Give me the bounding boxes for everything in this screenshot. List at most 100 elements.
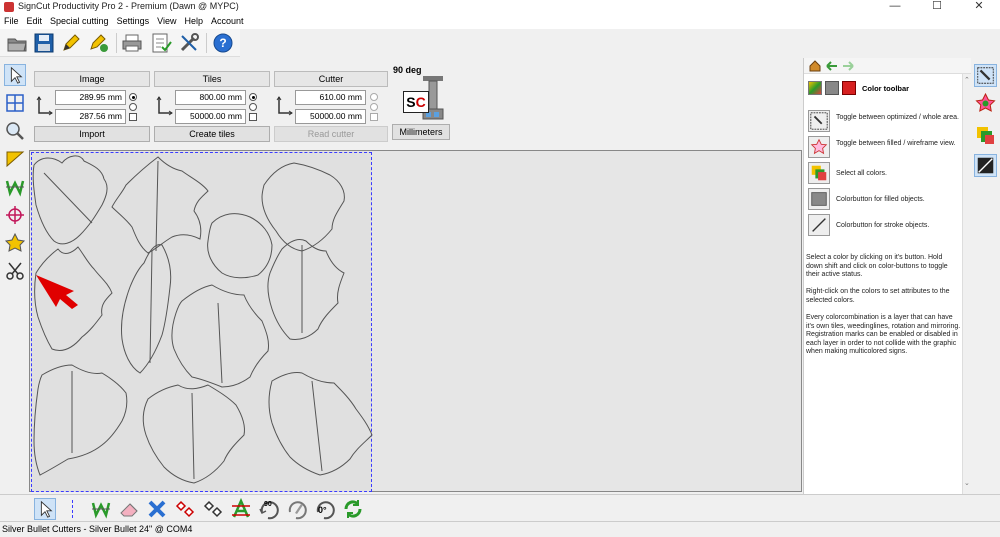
- leaf-shape: [261, 162, 345, 252]
- nodes-red-icon[interactable]: [174, 498, 196, 520]
- axis-icon: [156, 96, 173, 116]
- scroll-up-icon[interactable]: ⌃: [964, 76, 970, 84]
- cutter-preview[interactable]: SC: [401, 75, 449, 123]
- stroke-color-icon[interactable]: [974, 154, 997, 177]
- tiles-radio-height[interactable]: [249, 103, 257, 111]
- menu-special-cutting[interactable]: Special cutting: [46, 14, 113, 28]
- mirror-pencil-icon[interactable]: [286, 498, 308, 520]
- help-paragraph: Select a color by clicking on it's butto…: [806, 254, 948, 278]
- svg-text:?: ?: [219, 36, 226, 50]
- status-bar: Silver Bullet Cutters - Silver Bullet 24…: [0, 521, 1000, 537]
- scissors-icon[interactable]: [4, 260, 26, 282]
- settings-panel: Image 289.95 mm 287.56 mm Import Tiles 8…: [29, 58, 801, 148]
- rotate-90-label: 90: [264, 501, 272, 508]
- select-all-colors-icon[interactable]: [974, 124, 997, 147]
- tiles-group-title: Tiles: [154, 71, 270, 87]
- tiles-width-field[interactable]: 800.00 mm: [175, 90, 246, 105]
- back-arrow-icon[interactable]: [826, 61, 838, 71]
- save-icon[interactable]: [33, 32, 55, 54]
- optimize-area-icon: [808, 110, 830, 132]
- design-canvas[interactable]: [29, 150, 802, 492]
- grid-tiles-icon[interactable]: [4, 92, 26, 114]
- maximize-button[interactable]: ☐: [916, 0, 958, 14]
- menu-file[interactable]: File: [0, 14, 23, 28]
- cutter-radio-height[interactable]: [370, 103, 378, 111]
- sc-logo-text: SC: [403, 91, 429, 113]
- cutter-lock-checkbox[interactable]: [370, 113, 378, 121]
- printer-icon[interactable]: [121, 32, 143, 54]
- create-tiles-button[interactable]: Create tiles: [154, 126, 270, 142]
- help-paragraph: Every colorcombination is a layer that c…: [806, 314, 961, 355]
- tools-icon[interactable]: [178, 32, 200, 54]
- leaf-shape: [111, 156, 209, 254]
- menu-account[interactable]: Account: [207, 14, 248, 28]
- stroke-colorbutton-icon: [808, 214, 830, 236]
- leaf-shape: [171, 284, 269, 388]
- cutter-width-field[interactable]: 610.00 mm: [295, 90, 366, 105]
- open-folder-icon[interactable]: [6, 32, 28, 54]
- menu-edit[interactable]: Edit: [23, 14, 47, 28]
- cutter-height-field[interactable]: 50000.00 mm: [295, 109, 366, 124]
- read-cutter-button[interactable]: Read cutter: [274, 126, 388, 142]
- cutter-group-title: Cutter: [274, 71, 388, 87]
- import-button[interactable]: Import: [34, 126, 150, 142]
- image-group-title: Image: [34, 71, 150, 87]
- main-toolbar: ?: [0, 29, 240, 57]
- left-tool-strip: [0, 58, 29, 494]
- forward-arrow-icon[interactable]: [842, 61, 854, 71]
- image-height-field[interactable]: 287.56 mm: [55, 109, 126, 124]
- star-shape-icon[interactable]: [4, 232, 26, 254]
- row-text: Colorbutton for filled objects.: [836, 196, 925, 203]
- refresh-icon[interactable]: [342, 498, 364, 520]
- select-arrow-icon[interactable]: [34, 498, 56, 520]
- close-button[interactable]: ✕: [958, 0, 1000, 14]
- zoom-icon[interactable]: [4, 120, 26, 142]
- leaf-shape: [267, 238, 345, 340]
- checklist-icon[interactable]: [150, 32, 172, 54]
- rotate-0-label: 0°: [318, 505, 327, 515]
- tiles-height-field[interactable]: 50000.00 mm: [175, 109, 246, 124]
- weed-border-icon[interactable]: [4, 148, 26, 170]
- panel-header: Color toolbar: [862, 84, 910, 93]
- select-arrow-icon[interactable]: [4, 64, 26, 86]
- title-bar: SignCut Productivity Pro 2 - Premium (Da…: [0, 0, 1000, 14]
- image-width-field[interactable]: 289.95 mm: [55, 90, 126, 105]
- right-tool-strip: [971, 58, 1000, 494]
- tiles-radio-width[interactable]: [249, 93, 257, 101]
- row-text: Colorbutton for stroke objects.: [836, 222, 930, 229]
- status-text: Silver Bullet Cutters - Silver Bullet 24…: [2, 524, 193, 534]
- scroll-down-icon[interactable]: ⌄: [964, 479, 970, 487]
- edit-node-icon[interactable]: [88, 32, 110, 54]
- right-info-panel: Color toolbar Toggle between optimized /…: [803, 58, 972, 494]
- leaf-shape: [121, 244, 172, 374]
- eraser-icon[interactable]: [118, 498, 140, 520]
- image-lock-checkbox[interactable]: [129, 113, 137, 121]
- tiles-lock-checkbox[interactable]: [249, 113, 257, 121]
- text-weed-icon[interactable]: [230, 498, 252, 520]
- image-radio-width[interactable]: [129, 93, 137, 101]
- leaves-artwork[interactable]: [32, 153, 373, 493]
- row-text: Toggle between optimized / whole area.: [836, 114, 959, 121]
- pencil-icon[interactable]: [60, 32, 82, 54]
- menu-help[interactable]: Help: [180, 14, 207, 28]
- image-radio-height[interactable]: [129, 103, 137, 111]
- optimize-area-icon[interactable]: [974, 64, 997, 87]
- delete-x-icon[interactable]: [146, 498, 168, 520]
- red-arrow-pointer-icon: [36, 275, 78, 309]
- help-icon[interactable]: ?: [212, 32, 234, 54]
- window-title: SignCut Productivity Pro 2 - Premium (Da…: [18, 1, 239, 11]
- home-icon[interactable]: [809, 60, 821, 72]
- nodes-outline-icon[interactable]: [202, 498, 224, 520]
- wireframe-toggle-icon[interactable]: [974, 92, 997, 115]
- weedline-icon[interactable]: [90, 498, 112, 520]
- registration-mark-icon[interactable]: [4, 204, 26, 226]
- menu-view[interactable]: View: [153, 14, 180, 28]
- weedline-icon[interactable]: [4, 176, 26, 198]
- cutter-radio-width[interactable]: [370, 93, 378, 101]
- menu-settings[interactable]: Settings: [113, 14, 154, 28]
- cut-area[interactable]: [31, 152, 373, 493]
- row-text: Select all colors.: [836, 170, 887, 177]
- units-button[interactable]: Millimeters: [392, 124, 450, 140]
- axis-icon: [36, 96, 53, 116]
- minimize-button[interactable]: —: [874, 0, 916, 14]
